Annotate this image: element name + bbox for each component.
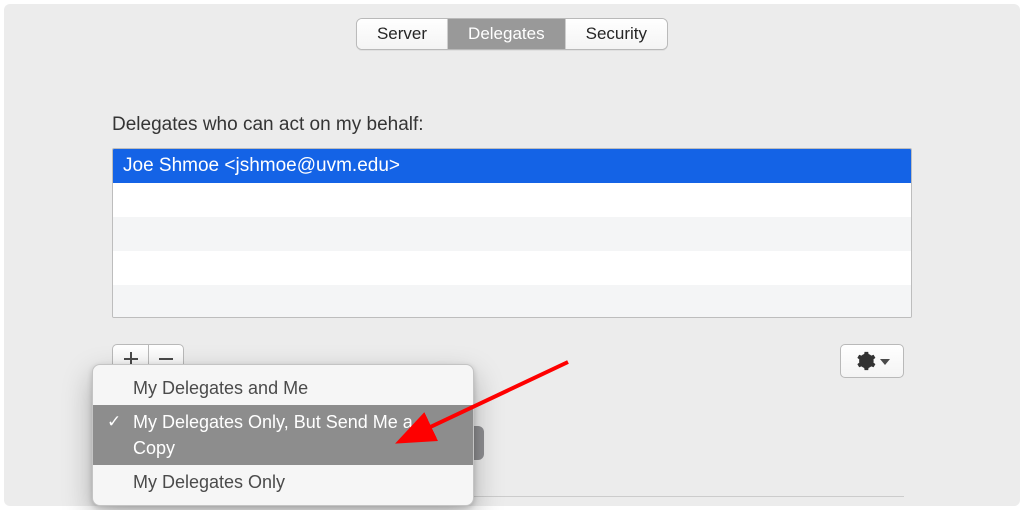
check-icon: ✓ <box>107 409 121 435</box>
menu-item[interactable]: My Delegates and Me <box>93 371 473 405</box>
gear-icon <box>854 350 876 372</box>
preferences-window: Server Delegates Security Delegates who … <box>4 4 1020 506</box>
menu-item-label: My Delegates Only, But Send Me a Copy <box>133 412 413 458</box>
gear-menu-button[interactable] <box>840 344 904 378</box>
tab-delegates[interactable]: Delegates <box>448 19 566 49</box>
chevron-down-icon <box>880 359 890 365</box>
delegates-list[interactable]: Joe Shmoe <jshmoe@uvm.edu> <box>112 148 912 318</box>
tab-server[interactable]: Server <box>357 19 448 49</box>
tab-security[interactable]: Security <box>566 19 667 49</box>
menu-item[interactable]: ✓ My Delegates Only, But Send Me a Copy <box>93 405 473 465</box>
list-item[interactable] <box>113 183 911 217</box>
list-item[interactable]: Joe Shmoe <jshmoe@uvm.edu> <box>113 149 911 183</box>
list-item[interactable] <box>113 217 911 251</box>
list-item[interactable] <box>113 251 911 285</box>
minus-icon <box>159 358 173 360</box>
list-item[interactable] <box>113 285 911 318</box>
menu-item[interactable]: My Delegates Only <box>93 465 473 499</box>
tab-bar: Server Delegates Security <box>356 18 668 50</box>
delegates-section-label: Delegates who can act on my behalf: <box>112 114 424 136</box>
delivery-options-menu: My Delegates and Me ✓ My Delegates Only,… <box>92 364 474 506</box>
